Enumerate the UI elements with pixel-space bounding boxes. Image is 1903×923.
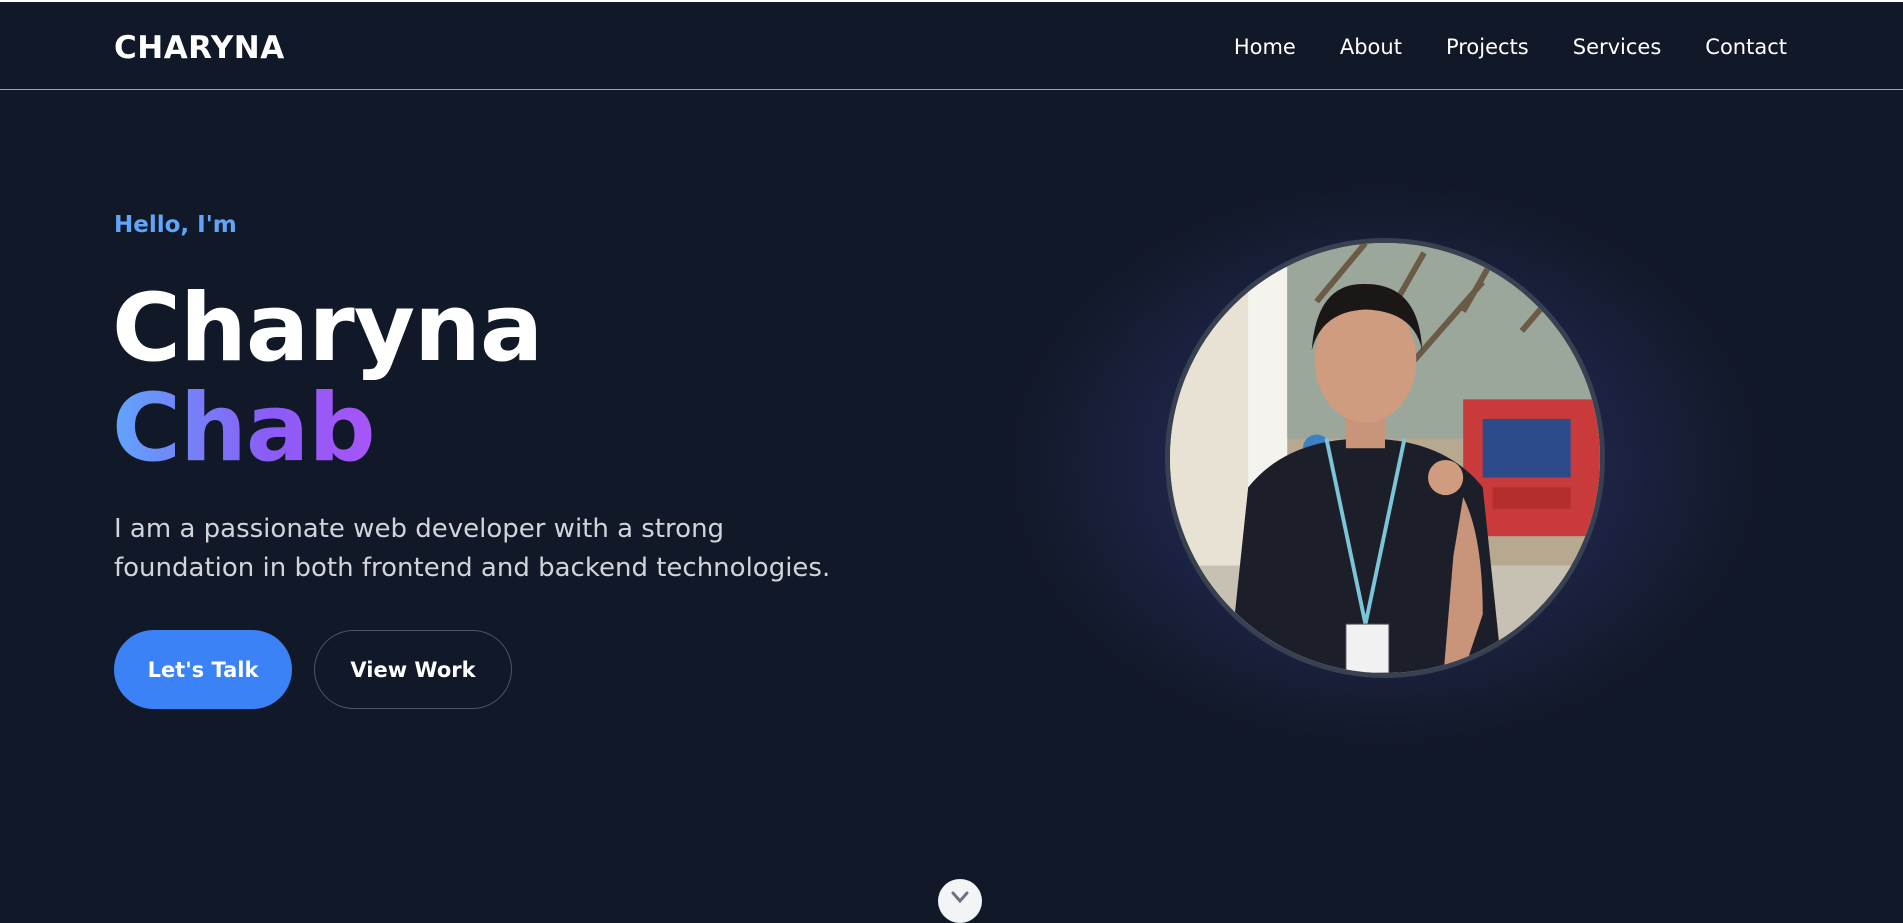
- profile-photo: [1165, 238, 1605, 678]
- site-logo[interactable]: CHARYNA: [114, 30, 285, 66]
- lets-talk-button[interactable]: Let's Talk: [114, 630, 292, 709]
- hero-last-name: Chab: [112, 374, 376, 483]
- site-header: CHARYNA Home About Projects Services Con…: [0, 2, 1903, 90]
- nav-services[interactable]: Services: [1573, 35, 1662, 59]
- chevron-down-icon: [951, 891, 969, 904]
- hero-first-name: Charyna: [112, 274, 543, 383]
- nav-home[interactable]: Home: [1234, 35, 1296, 59]
- hero-intro: I am a passionate web developer with a s…: [114, 514, 831, 583]
- hero-greeting: Hello, I'm: [114, 212, 237, 238]
- main-nav: Home About Projects Services Contact: [1234, 35, 1787, 59]
- scroll-down-button[interactable]: [938, 879, 982, 923]
- nav-contact[interactable]: Contact: [1705, 35, 1787, 59]
- view-work-button[interactable]: View Work: [314, 630, 512, 709]
- nav-projects[interactable]: Projects: [1446, 35, 1529, 59]
- nav-about[interactable]: About: [1340, 35, 1402, 59]
